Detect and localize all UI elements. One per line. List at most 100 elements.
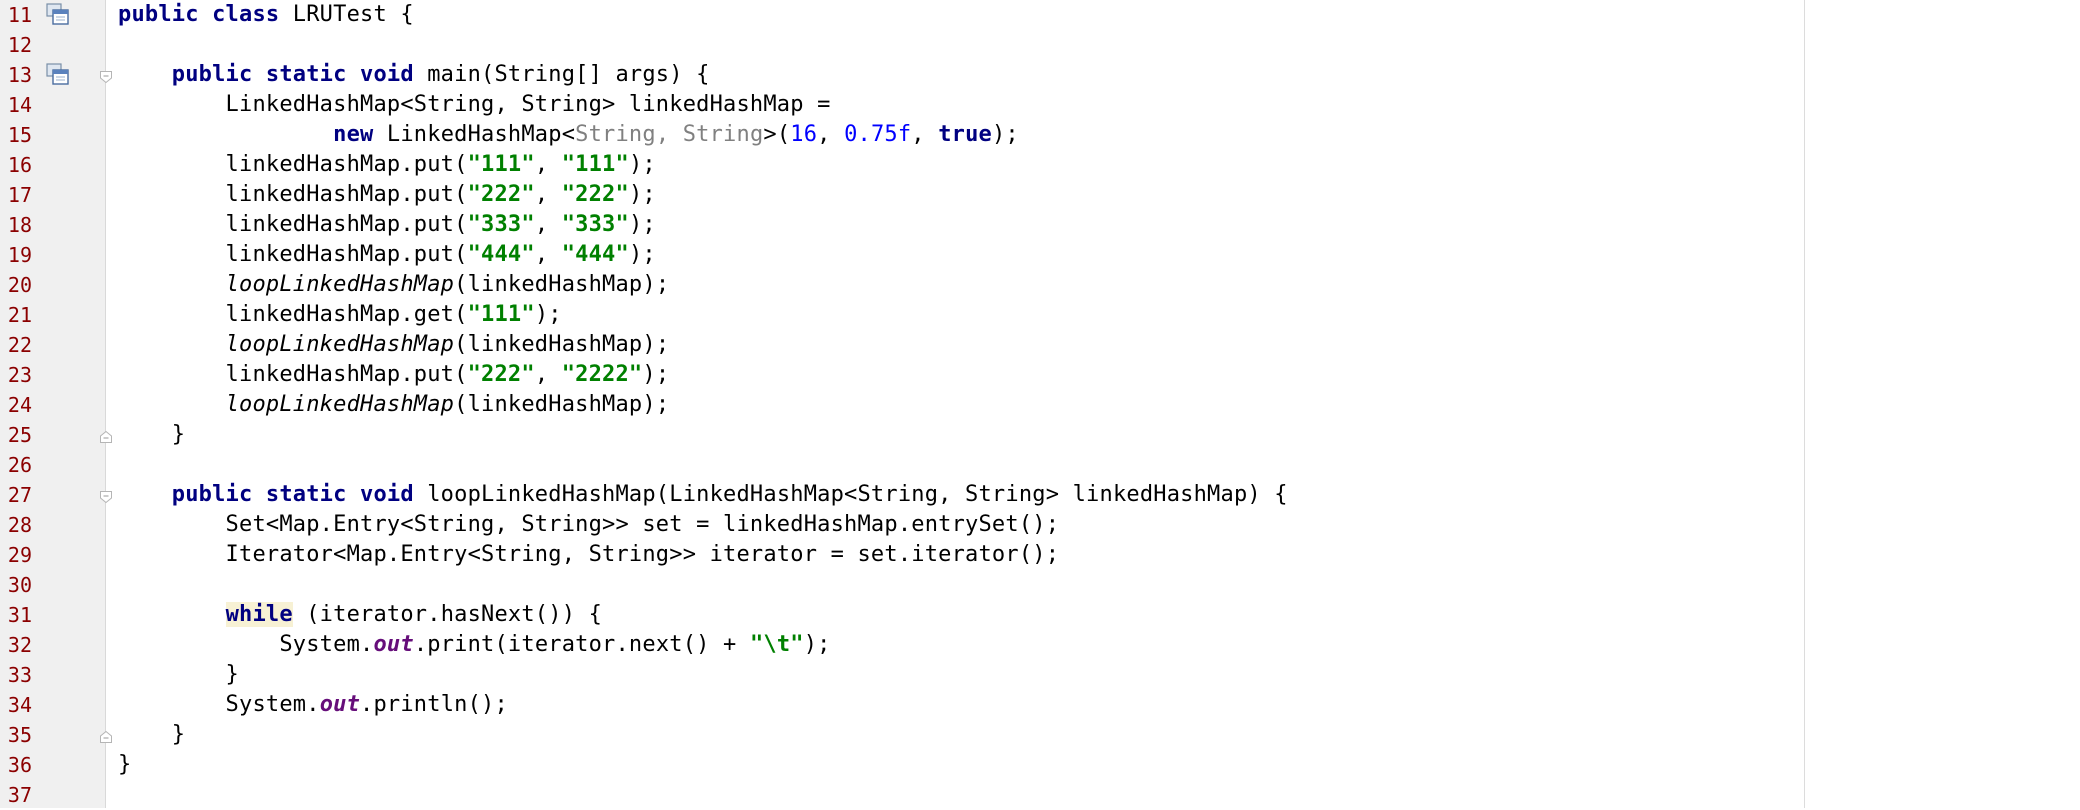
code-line[interactable]: 25 } — [0, 420, 2080, 450]
line-number[interactable]: 17 — [0, 180, 34, 210]
code-text[interactable]: } — [118, 420, 185, 450]
code-text[interactable]: public class LRUTest { — [118, 0, 414, 30]
code-line[interactable]: 20 loopLinkedHashMap(linkedHashMap); — [0, 270, 2080, 300]
code-token: .println(); — [360, 692, 508, 717]
fold-open-icon[interactable] — [99, 489, 113, 504]
code-line[interactable]: 18 linkedHashMap.put("333", "333"); — [0, 210, 2080, 240]
line-number[interactable]: 23 — [0, 360, 34, 390]
code-line[interactable]: 14 LinkedHashMap<String, String> linkedH… — [0, 90, 2080, 120]
line-number[interactable]: 19 — [0, 240, 34, 270]
code-line[interactable]: 29 Iterator<Map.Entry<String, String>> i… — [0, 540, 2080, 570]
line-number[interactable]: 14 — [0, 90, 34, 120]
fold-close-icon[interactable] — [99, 729, 113, 743]
line-number[interactable]: 20 — [0, 270, 34, 300]
line-number[interactable]: 28 — [0, 510, 34, 540]
code-line[interactable]: 34 System.out.println(); — [0, 690, 2080, 720]
code-text[interactable]: linkedHashMap.put("111", "111"); — [118, 150, 656, 180]
line-number[interactable]: 21 — [0, 300, 34, 330]
code-text[interactable]: System.out.print(iterator.next() + "\t")… — [118, 630, 831, 660]
code-token: LinkedHashMap< — [373, 122, 576, 147]
code-text[interactable]: loopLinkedHashMap(linkedHashMap); — [118, 270, 670, 300]
code-text[interactable]: } — [118, 720, 185, 750]
code-text[interactable]: loopLinkedHashMap(linkedHashMap); — [118, 330, 670, 360]
code-text[interactable]: } — [118, 750, 131, 780]
line-number[interactable]: 32 — [0, 630, 34, 660]
line-number[interactable]: 36 — [0, 750, 34, 780]
code-line[interactable]: 17 linkedHashMap.put("222", "222"); — [0, 180, 2080, 210]
code-text[interactable]: Set<Map.Entry<String, String>> set = lin… — [118, 510, 1059, 540]
code-token: } — [118, 722, 186, 747]
code-token: linkedHashMap.put( — [118, 212, 468, 237]
code-line[interactable]: 26 — [0, 450, 2080, 480]
code-text[interactable]: LinkedHashMap<String, String> linkedHash… — [118, 90, 831, 120]
line-number[interactable]: 12 — [0, 30, 34, 60]
code-line[interactable]: 22 loopLinkedHashMap(linkedHashMap); — [0, 330, 2080, 360]
line-number[interactable]: 18 — [0, 210, 34, 240]
code-token: ); — [628, 242, 656, 267]
code-text[interactable]: while (iterator.hasNext()) { — [118, 600, 602, 630]
code-token: 0.75f — [844, 122, 912, 147]
line-number[interactable]: 27 — [0, 480, 34, 510]
code-text[interactable]: linkedHashMap.get("111"); — [118, 300, 562, 330]
code-text[interactable]: public static void loopLinkedHashMap(Lin… — [118, 480, 1288, 510]
code-line[interactable]: 37 — [0, 780, 2080, 810]
code-line[interactable]: 21 linkedHashMap.get("111"); — [0, 300, 2080, 330]
code-token: ); — [628, 152, 656, 177]
line-number[interactable]: 35 — [0, 720, 34, 750]
line-number[interactable]: 15 — [0, 120, 34, 150]
code-line[interactable]: 11 public class LRUTest { — [0, 0, 2080, 30]
code-line[interactable]: 32 System.out.print(iterator.next() + "\… — [0, 630, 2080, 660]
code-token: ); — [534, 302, 562, 327]
code-line[interactable]: 15 new LinkedHashMap<String, String>(16,… — [0, 120, 2080, 150]
code-text[interactable]: } — [118, 660, 239, 690]
line-number[interactable]: 16 — [0, 150, 34, 180]
code-token: (linkedHashMap); — [454, 272, 670, 297]
code-line[interactable]: 30 — [0, 570, 2080, 600]
code-token: linkedHashMap.put( — [118, 152, 468, 177]
line-number[interactable]: 29 — [0, 540, 34, 570]
line-number[interactable]: 25 — [0, 420, 34, 450]
code-line[interactable]: 27 public static void loopLinkedHashMap(… — [0, 480, 2080, 510]
line-number[interactable]: 34 — [0, 690, 34, 720]
code-line[interactable]: 12 — [0, 30, 2080, 60]
code-text[interactable]: loopLinkedHashMap(linkedHashMap); — [118, 390, 670, 420]
code-editor[interactable]: 11 public class LRUTest { 12 13 public stat… — [0, 0, 2080, 808]
code-token: linkedHashMap.get( — [118, 302, 468, 327]
line-number[interactable]: 22 — [0, 330, 34, 360]
code-text[interactable]: new LinkedHashMap<String, String>(16, 0.… — [118, 120, 1019, 150]
code-line[interactable]: 28 Set<Map.Entry<String, String>> set = … — [0, 510, 2080, 540]
line-number[interactable]: 11 — [0, 0, 34, 30]
fold-close-icon[interactable] — [99, 429, 113, 443]
line-number[interactable]: 26 — [0, 450, 34, 480]
code-text[interactable]: Iterator<Map.Entry<String, String>> iter… — [118, 540, 1059, 570]
code-text[interactable]: public static void main(String[] args) { — [118, 60, 710, 90]
code-token: loopLinkedHashMap — [225, 332, 455, 357]
code-line[interactable]: 24 loopLinkedHashMap(linkedHashMap); — [0, 390, 2080, 420]
line-number[interactable]: 30 — [0, 570, 34, 600]
implemented-icon[interactable] — [46, 63, 70, 87]
code-text[interactable]: System.out.println(); — [118, 690, 508, 720]
code-line[interactable]: 35 } — [0, 720, 2080, 750]
code-line[interactable]: 31 while (iterator.hasNext()) { — [0, 600, 2080, 630]
code-token: ); — [991, 122, 1019, 147]
line-number[interactable]: 37 — [0, 780, 34, 810]
code-line[interactable]: 36} — [0, 750, 2080, 780]
implemented-icon[interactable] — [46, 3, 70, 27]
line-number[interactable]: 33 — [0, 660, 34, 690]
code-token: linkedHashMap.put( — [118, 362, 468, 387]
code-text[interactable]: linkedHashMap.put("222", "2222"); — [118, 360, 670, 390]
code-text[interactable]: linkedHashMap.put("444", "444"); — [118, 240, 656, 270]
line-number[interactable]: 24 — [0, 390, 34, 420]
code-line[interactable]: 16 linkedHashMap.put("111", "111"); — [0, 150, 2080, 180]
code-text[interactable]: linkedHashMap.put("222", "222"); — [118, 180, 656, 210]
code-line[interactable]: 19 linkedHashMap.put("444", "444"); — [0, 240, 2080, 270]
code-text[interactable]: linkedHashMap.put("333", "333"); — [118, 210, 656, 240]
line-number[interactable]: 13 — [0, 60, 34, 90]
code-line[interactable]: 33 } — [0, 660, 2080, 690]
fold-open-icon[interactable] — [99, 69, 113, 84]
code-line[interactable]: 13 public static void main(String[] args… — [0, 60, 2080, 90]
code-line[interactable]: 23 linkedHashMap.put("222", "2222"); — [0, 360, 2080, 390]
line-number[interactable]: 31 — [0, 600, 34, 630]
